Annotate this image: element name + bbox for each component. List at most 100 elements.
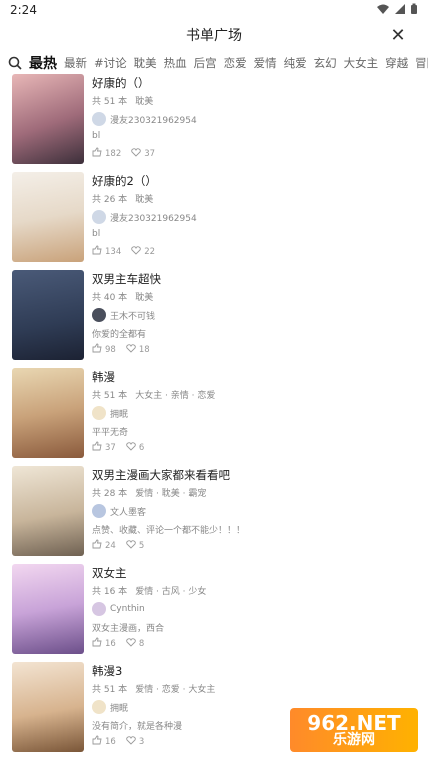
booklist-stats: 134 22 — [92, 245, 418, 258]
favorite-button[interactable]: 3 — [126, 735, 144, 748]
like-count: 16 — [105, 736, 116, 747]
favorite-button[interactable]: 8 — [126, 637, 144, 650]
favorite-count: 6 — [138, 442, 145, 453]
heart-icon — [131, 245, 142, 258]
booklist-stats: 24 5 — [92, 539, 418, 552]
like-count: 98 — [105, 344, 116, 355]
booklist-title[interactable]: 好康的2（） — [92, 174, 418, 188]
booklist-author[interactable]: 拥眠 — [92, 405, 418, 421]
thumbs-up-icon — [92, 147, 102, 160]
list-item[interactable]: 双女主 共 16 本 爱情 · 古风 · 少女 Cynthin 双女主漫画，西合… — [0, 564, 428, 656]
cover-image[interactable] — [12, 564, 84, 654]
heart-icon — [126, 539, 136, 552]
booklist-title[interactable]: 双男主漫画大家都来看看吧 — [92, 468, 418, 482]
cover-image[interactable] — [12, 74, 84, 164]
list-item[interactable]: 双男主车超快 共 40 本 耽美 王木不可钱 你爱的全都有 98 18 — [0, 270, 428, 362]
tab-discussion[interactable]: #讨论 — [94, 55, 127, 71]
author-name: 漫友230321962954 — [110, 115, 197, 126]
heart-icon — [126, 637, 136, 650]
favorite-button[interactable]: 6 — [126, 441, 144, 454]
avatar — [92, 112, 106, 126]
status-bar: 2:24 — [0, 0, 428, 20]
signal-icon — [394, 3, 406, 18]
heart-icon — [126, 735, 136, 748]
booklist-description: bl — [92, 229, 101, 239]
booklist-title[interactable]: 韩漫 — [92, 370, 418, 384]
thumbs-up-icon — [92, 637, 102, 650]
booklist-description: 点赞、收藏、评论一个都不能少！！！ — [92, 526, 246, 536]
booklist-title[interactable]: 好康的（） — [92, 76, 418, 90]
booklist-title[interactable]: 双男主车超快 — [92, 272, 418, 286]
cover-image[interactable] — [12, 466, 84, 556]
tab-new[interactable]: 最新 — [64, 55, 87, 71]
booklist-tags: 耽美 — [135, 195, 154, 205]
author-name: Cynthin — [110, 604, 145, 614]
like-button[interactable]: 134 — [92, 245, 121, 258]
cover-image[interactable] — [12, 662, 84, 752]
booklist-tags: 爱情 · 古风 · 少女 — [135, 587, 207, 597]
tab-aiqing[interactable]: 爱情 — [254, 55, 277, 71]
cover-image[interactable] — [12, 368, 84, 458]
tab-chunai[interactable]: 纯爱 — [284, 55, 307, 71]
tab-danmei[interactable]: 耽美 — [134, 55, 157, 71]
heart-icon — [126, 441, 136, 454]
booklist-author[interactable]: 漫友230321962954 — [92, 111, 418, 127]
item-info: 好康的2（） 共 26 本 耽美 漫友230321962954 bl 134 2… — [92, 172, 418, 258]
booklist-stats: 98 18 — [92, 343, 418, 356]
booklist-author[interactable]: 漫友230321962954 — [92, 209, 418, 225]
avatar — [92, 308, 106, 322]
like-button[interactable]: 37 — [92, 441, 116, 454]
booklist-stats: 16 8 — [92, 637, 418, 650]
favorite-button[interactable]: 18 — [126, 343, 150, 356]
book-count: 共 28 本 — [92, 489, 128, 499]
avatar — [92, 210, 106, 224]
favorite-button[interactable]: 22 — [131, 245, 155, 258]
tab-xuanhuan[interactable]: 玄幻 — [314, 55, 337, 71]
thumbs-up-icon — [92, 441, 102, 454]
like-button[interactable]: 16 — [92, 637, 116, 650]
list-item[interactable]: 好康的（） 共 51 本 耽美 漫友230321962954 bl 182 37 — [0, 74, 428, 166]
list-item[interactable]: 好康的2（） 共 26 本 耽美 漫友230321962954 bl 134 2… — [0, 172, 428, 264]
tab-hot[interactable]: 最热 — [29, 53, 57, 73]
favorite-button[interactable]: 5 — [126, 539, 144, 552]
booklist-title[interactable]: 双女主 — [92, 566, 418, 580]
tab-hougong[interactable]: 后宫 — [194, 55, 217, 71]
search-icon[interactable] — [8, 56, 22, 70]
booklist-description: 双女主漫画，西合 — [92, 624, 165, 634]
favorite-button[interactable]: 37 — [131, 147, 155, 160]
avatar — [92, 602, 106, 616]
status-icons — [376, 3, 418, 18]
like-count: 182 — [105, 148, 122, 159]
tab-chuanyue[interactable]: 穿越 — [385, 55, 408, 71]
booklist-author[interactable]: Cynthin — [92, 601, 418, 617]
booklist-meta: 共 51 本 爱情 · 恋爱 · 大女主 — [92, 682, 418, 695]
item-info: 双女主 共 16 本 爱情 · 古风 · 少女 Cynthin 双女主漫画，西合… — [92, 564, 418, 650]
list-item[interactable]: 韩漫 共 51 本 大女主 · 亲情 · 恋爱 拥眠 平平无奇 37 6 — [0, 368, 428, 460]
like-button[interactable]: 16 — [92, 735, 116, 748]
tab-danvzhu[interactable]: 大女主 — [344, 55, 379, 71]
author-name: 漫友230321962954 — [110, 213, 197, 224]
booklist-title[interactable]: 韩漫3 — [92, 664, 418, 678]
status-time: 2:24 — [10, 3, 37, 17]
list-item[interactable]: 双男主漫画大家都来看看吧 共 28 本 爱情 · 耽美 · 霸宠 文人墨客 点赞… — [0, 466, 428, 558]
like-count: 134 — [105, 246, 122, 257]
cover-image[interactable] — [12, 172, 84, 262]
tab-lianai[interactable]: 恋爱 — [224, 55, 247, 71]
booklist-tags: 耽美 — [135, 97, 154, 107]
cover-image[interactable] — [12, 270, 84, 360]
like-button[interactable]: 182 — [92, 147, 121, 160]
tab-rexue[interactable]: 热血 — [164, 55, 187, 71]
battery-icon — [410, 3, 418, 18]
booklist-author[interactable]: 文人墨客 — [92, 503, 418, 519]
like-button[interactable]: 98 — [92, 343, 116, 356]
booklist-author[interactable]: 王木不可钱 — [92, 307, 418, 323]
author-name: 拥眠 — [110, 703, 129, 714]
author-name: 拥眠 — [110, 409, 129, 420]
like-button[interactable]: 24 — [92, 539, 116, 552]
booklist-meta: 共 40 本 耽美 — [92, 290, 418, 303]
book-count: 共 51 本 — [92, 97, 128, 107]
booklist-meta: 共 51 本 大女主 · 亲情 · 恋爱 — [92, 388, 418, 401]
tab-maoxian[interactable]: 冒险 — [415, 55, 428, 71]
booklist-tags: 大女主 · 亲情 · 恋爱 — [135, 391, 216, 401]
close-icon[interactable]: ✕ — [388, 25, 408, 46]
